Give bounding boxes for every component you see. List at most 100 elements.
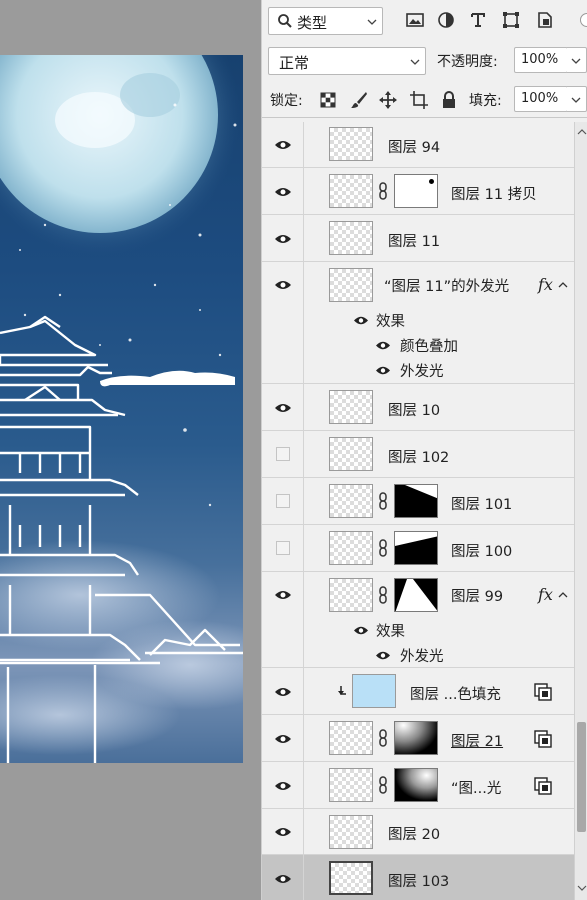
layer-row[interactable]: 图层 102 [262, 431, 574, 478]
visibility-toggle[interactable] [262, 809, 304, 854]
layers-scrollbar[interactable] [574, 122, 587, 900]
visibility-toggle[interactable] [262, 762, 304, 808]
layer-name[interactable]: 图层 20 [388, 823, 440, 844]
eye-icon[interactable] [353, 315, 369, 326]
effects-label[interactable]: 效果 [376, 310, 405, 331]
lock-icon[interactable] [439, 90, 459, 110]
eye-icon[interactable] [375, 340, 391, 351]
layer-row[interactable]: 图层 10 [262, 384, 574, 431]
opacity-label: 不透明度: [437, 54, 498, 70]
layer-thumbnail [329, 390, 373, 424]
layer-row[interactable]: 图层 94 [262, 122, 574, 168]
eye-icon[interactable] [353, 625, 369, 636]
layer-name[interactable]: 图层 102 [388, 446, 449, 467]
layer-mask-thumbnail[interactable] [394, 768, 438, 802]
lock-transparent-icon[interactable] [318, 90, 338, 110]
layer-name[interactable]: 图层 10 [388, 399, 440, 420]
chevron-up-icon[interactable] [558, 590, 568, 600]
eye-icon [275, 828, 291, 836]
chevron-up-icon[interactable] [558, 280, 568, 290]
layer-name[interactable]: “图层 11”的外发光 [384, 275, 509, 296]
layer-name[interactable]: 图层 99 [451, 585, 503, 606]
opacity-dropdown[interactable] [567, 47, 587, 73]
visibility-toggle[interactable] [262, 122, 304, 167]
eye-icon[interactable] [375, 365, 391, 376]
layer-thumbnail [329, 174, 373, 208]
smart-object-icon[interactable] [534, 9, 556, 31]
layer-thumbnail [329, 531, 373, 565]
layer-name[interactable]: 图层 ...色填充 [410, 683, 501, 704]
layer-row[interactable]: 图层 ...色填充 [262, 668, 574, 715]
layer-mask-thumbnail[interactable] [394, 484, 438, 518]
image-icon[interactable] [404, 9, 426, 31]
fill-thumbnail [352, 674, 396, 708]
layer-row[interactable]: “图层 11”的外发光 fx 效果 颜色叠加 外发光 [262, 262, 574, 384]
visibility-toggle[interactable] [262, 384, 304, 430]
filter-kind-label: 类型 [297, 14, 328, 32]
opacity-input[interactable]: 100% [514, 47, 568, 73]
layer-name[interactable]: 图层 103 [388, 870, 449, 891]
layer-row[interactable]: 图层 21 [262, 715, 574, 762]
layer-mask-thumbnail[interactable] [394, 174, 438, 208]
visibility-toggle[interactable] [262, 855, 304, 900]
artwork-canvas[interactable] [0, 55, 243, 763]
scroll-down-arrow-icon[interactable] [577, 884, 587, 892]
visibility-toggle[interactable] [262, 715, 304, 761]
fx-icon[interactable]: fx [538, 275, 553, 294]
artboard-icon[interactable] [409, 90, 429, 110]
visibility-toggle[interactable] [262, 215, 304, 261]
eye-icon[interactable] [375, 650, 391, 661]
adjustment-icon[interactable] [435, 9, 457, 31]
filter-toggle[interactable] [580, 13, 587, 27]
layer-row[interactable]: 图层 99 fx 效果 外发光 [262, 572, 574, 668]
effects-label[interactable]: 效果 [376, 620, 405, 641]
effect-color-overlay[interactable]: 颜色叠加 [400, 335, 458, 356]
filter-kind-select[interactable]: 类型 [268, 7, 383, 35]
layer-mask-thumbnail[interactable] [394, 531, 438, 565]
layer-name[interactable]: 图层 100 [451, 540, 512, 561]
blend-mode-select[interactable]: 正常 [268, 47, 426, 75]
visibility-toggle[interactable] [262, 262, 304, 383]
layer-name[interactable]: 图层 11 [388, 230, 440, 251]
type-icon[interactable] [467, 9, 489, 31]
layer-row[interactable]: 图层 100 [262, 525, 574, 572]
layer-name[interactable]: 图层 101 [451, 493, 512, 514]
layer-row[interactable]: 图层 11 拷贝 [262, 168, 574, 215]
scroll-up-arrow-icon[interactable] [577, 128, 587, 136]
layer-name[interactable]: 图层 11 拷贝 [451, 183, 537, 204]
layer-mask-thumbnail[interactable] [394, 721, 438, 755]
fill-input[interactable]: 100% [514, 86, 568, 112]
link-icon [379, 586, 387, 604]
lock-row: 锁定: 填充: 100% [262, 80, 587, 118]
visibility-toggle[interactable] [262, 668, 304, 714]
visibility-toggle[interactable] [262, 478, 304, 524]
canvas-area[interactable] [0, 0, 261, 900]
scroll-thumb[interactable] [577, 722, 586, 832]
layer-thumbnail [329, 861, 373, 895]
layer-row[interactable]: 图层 20 [262, 809, 574, 855]
layer-row[interactable]: “图...光 [262, 762, 574, 809]
visibility-toggle[interactable] [262, 168, 304, 214]
fill-dropdown[interactable] [567, 86, 587, 112]
visibility-toggle[interactable] [262, 431, 304, 477]
layer-row[interactable]: 图层 11 [262, 215, 574, 262]
eye-icon [275, 235, 291, 243]
visibility-toggle[interactable] [262, 572, 304, 667]
move-icon[interactable] [378, 90, 398, 110]
eye-icon [275, 591, 291, 599]
layer-name[interactable]: “图...光 [451, 777, 501, 798]
visibility-toggle[interactable] [262, 525, 304, 571]
effect-outer-glow[interactable]: 外发光 [400, 645, 444, 666]
layer-row[interactable]: 图层 101 [262, 478, 574, 525]
layer-mask-thumbnail[interactable] [394, 578, 438, 612]
visibility-box [276, 447, 290, 461]
fx-icon[interactable]: fx [538, 585, 553, 604]
layer-row-selected[interactable]: 图层 103 [262, 855, 574, 900]
layer-name[interactable]: 图层 21 [451, 730, 503, 751]
brush-icon[interactable] [349, 90, 369, 110]
shape-icon[interactable] [500, 9, 522, 31]
layer-name[interactable]: 图层 94 [388, 136, 440, 157]
layer-thumbnail [329, 815, 373, 849]
eye-icon [275, 404, 291, 412]
effect-outer-glow[interactable]: 外发光 [400, 360, 444, 381]
